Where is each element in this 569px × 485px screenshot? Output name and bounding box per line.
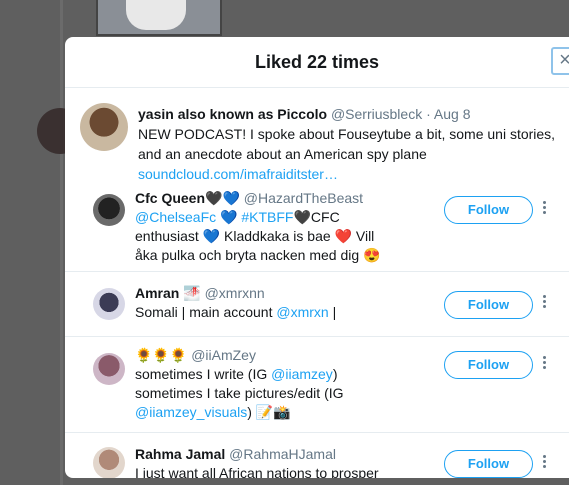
list-item[interactable]: Amran 🌁 @xmrxnn Somali | main account @x… [65, 272, 569, 337]
list-item[interactable]: 🌻🌻🌻 @iiAmZey sometimes I write (IG @iiam… [65, 337, 569, 433]
more-options-icon[interactable] [541, 455, 547, 470]
modal-title: Liked 22 times [254, 52, 380, 72]
tweet-body: yasin also known as Piccolo @Serriusblec… [138, 104, 569, 184]
user-info: Amran 🌁 @xmrxnn Somali | main account @x… [135, 284, 435, 322]
user-handle[interactable]: @iiAmZey [191, 347, 256, 363]
bio-text: I just want all African nations to prosp… [135, 465, 379, 478]
user-name[interactable]: yasin also known as Piccolo [138, 106, 327, 122]
user-name[interactable]: Cfc Queen [135, 190, 205, 206]
follow-button[interactable]: Follow [444, 291, 533, 319]
bio-text: sometimes I write (IG [135, 366, 272, 382]
background-timeline-rail [60, 0, 63, 485]
bio-text: åka pulka och bryta nacken med dig 😍 [135, 247, 381, 263]
user-name[interactable]: Amran [135, 285, 179, 301]
follow-button[interactable]: Follow [444, 196, 533, 224]
avatar[interactable] [80, 103, 128, 151]
name-emoji: 🌁 [183, 285, 201, 301]
bio-hashtag[interactable]: #KTBFF [241, 209, 293, 225]
tweet-text: NEW PODCAST! I spoke about Fouseytube a … [138, 126, 556, 162]
bio-emoji: 🖤 [293, 209, 311, 225]
user-name[interactable]: 🌻🌻🌻 [135, 347, 187, 363]
close-button[interactable]: × [551, 47, 569, 75]
tweet-date[interactable]: · Aug 8 [426, 106, 470, 122]
user-info: Cfc Queen🖤💙 @HazardTheBeast @ChelseaFc 💙… [135, 189, 445, 265]
bio-text: sometimes I take pictures/edit (IG [135, 385, 344, 401]
bio-text: Somali | main account [135, 304, 277, 320]
bio-text: ) 📝📸 [247, 404, 291, 420]
bio-text: | [328, 304, 337, 320]
user-info: Rahma Jamal @RahmaHJamal I just want all… [135, 445, 435, 478]
likers-list: Cfc Queen🖤💙 @HazardTheBeast @ChelseaFc 💙… [65, 184, 569, 478]
bio-text: CFC [310, 209, 340, 225]
bio-text: enthusiast 💙 Kladdkaka is bae ❤️ Vill [135, 228, 375, 244]
user-name[interactable]: Rahma Jamal [135, 446, 225, 462]
bio-mention[interactable]: @iiamzey [271, 366, 333, 382]
tweet-link[interactable]: soundcloud.com/imafraiditster… [138, 166, 338, 182]
more-options-icon[interactable] [541, 201, 547, 216]
avatar[interactable] [93, 447, 125, 478]
user-handle[interactable]: @xmrxnn [205, 285, 265, 301]
list-item[interactable]: Rahma Jamal @RahmaHJamal I just want all… [65, 433, 569, 478]
bio-mention[interactable]: @ChelseaFc [135, 209, 216, 225]
follow-button[interactable]: Follow [444, 450, 533, 478]
list-item[interactable]: Cfc Queen🖤💙 @HazardTheBeast @ChelseaFc 💙… [65, 184, 569, 272]
avatar[interactable] [93, 353, 125, 385]
bio-mention[interactable]: @xmrxn [276, 304, 328, 320]
likes-modal: Liked 22 times × yasin also known as Pic… [65, 37, 569, 478]
background-media-thumbnail [96, 0, 222, 36]
more-options-icon[interactable] [541, 295, 547, 310]
follow-button[interactable]: Follow [444, 351, 533, 379]
more-options-icon[interactable] [541, 356, 547, 371]
user-handle[interactable]: @RahmaHJamal [229, 446, 336, 462]
bio-emoji: 💙 [220, 209, 238, 225]
user-info: 🌻🌻🌻 @iiAmZey sometimes I write (IG @iiam… [135, 346, 435, 422]
bio-text: ) [332, 366, 338, 382]
close-icon[interactable]: × [559, 49, 569, 71]
name-emoji: 🖤💙 [205, 190, 240, 206]
background-media-content [126, 0, 186, 30]
modal-header: Liked 22 times × [65, 37, 569, 88]
user-handle[interactable]: @Serriusbleck [331, 106, 422, 122]
user-handle[interactable]: @HazardTheBeast [244, 190, 363, 206]
avatar[interactable] [93, 288, 125, 320]
avatar[interactable] [93, 194, 125, 226]
bio-mention[interactable]: @iiamzey_visuals [135, 404, 247, 420]
original-tweet[interactable]: yasin also known as Piccolo @Serriusblec… [65, 88, 569, 184]
